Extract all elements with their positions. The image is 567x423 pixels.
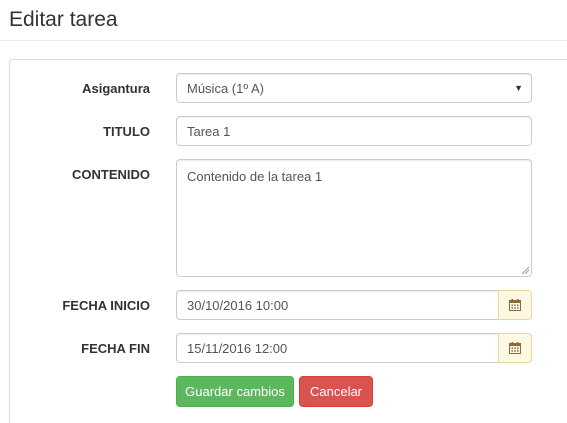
resize-handle-icon[interactable]	[521, 266, 529, 274]
start-date-picker-button[interactable]	[498, 290, 532, 320]
start-date-label: FECHA INICIO	[62, 298, 150, 313]
content-textarea-value: Contenido de la tarea 1	[187, 169, 323, 184]
end-date-label: FECHA FIN	[81, 341, 150, 356]
save-changes-button[interactable]: Guardar cambios	[176, 376, 294, 407]
title-input[interactable]: Tarea 1	[176, 116, 532, 146]
start-date-group: 30/10/2016 10:00	[176, 290, 532, 320]
cancel-button[interactable]: Cancelar	[299, 376, 373, 407]
title-label: TITULO	[103, 124, 150, 139]
subject-select-value: Música (1º A)	[187, 80, 264, 96]
subject-label: Asigantura	[82, 81, 150, 96]
end-date-picker-button[interactable]	[498, 333, 532, 363]
edit-task-page: Editar tarea Asigantura Música (1º A) ▼ …	[0, 0, 567, 423]
start-date-input[interactable]: 30/10/2016 10:00	[176, 290, 498, 320]
calendar-icon	[509, 342, 521, 354]
calendar-icon	[509, 299, 521, 311]
page-title: Editar tarea	[9, 8, 118, 31]
chevron-down-icon: ▼	[514, 83, 523, 93]
end-date-group: 15/11/2016 12:00	[176, 333, 532, 363]
subject-select[interactable]: Música (1º A) ▼	[176, 73, 532, 103]
end-date-input[interactable]: 15/11/2016 12:00	[176, 333, 498, 363]
content-label: CONTENIDO	[72, 167, 150, 182]
title-divider	[0, 40, 567, 41]
content-textarea[interactable]: Contenido de la tarea 1	[176, 159, 532, 277]
